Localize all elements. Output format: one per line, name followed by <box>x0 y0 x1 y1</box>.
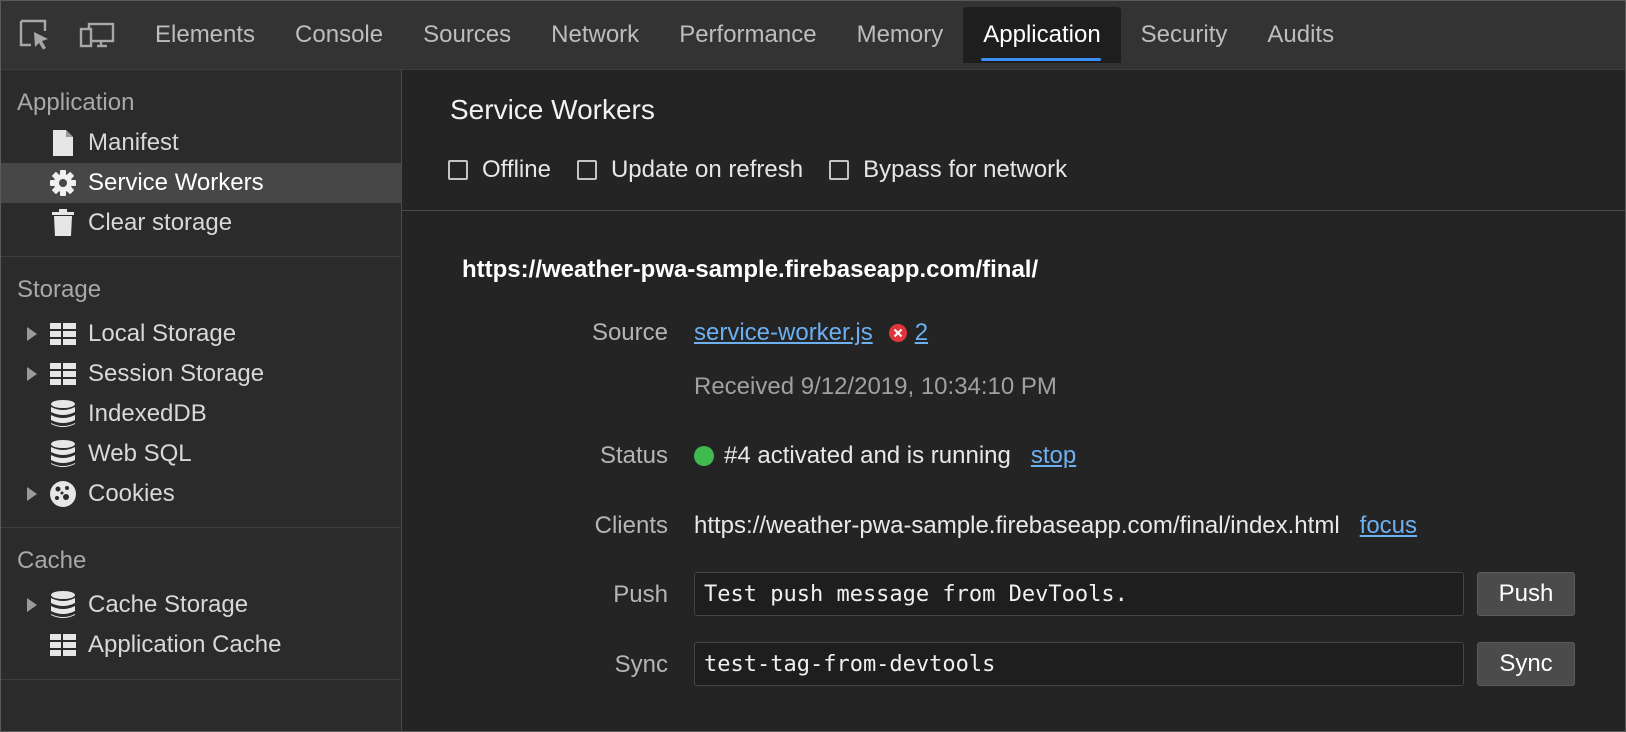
sidebar-item-label: Application Cache <box>88 631 282 658</box>
sidebar-item-application-cache[interactable]: Application Cache <box>1 625 401 665</box>
sync-input[interactable]: test-tag-from-devtools <box>694 642 1464 686</box>
gear-icon <box>49 169 77 197</box>
service-workers-panel: Service Workers Offline Update on refres… <box>402 70 1625 731</box>
expand-arrow-icon[interactable] <box>27 367 37 381</box>
panel-divider <box>402 210 1625 211</box>
sidebar-item-web-sql[interactable]: Web SQL <box>1 434 401 474</box>
application-sidebar: Application Manifest Service Workers Cle… <box>1 70 402 731</box>
checkbox-label: Offline <box>482 156 551 183</box>
sync-label: Sync <box>614 651 668 678</box>
device-toolbar-icon[interactable] <box>73 11 121 59</box>
sidebar-item-clear-storage[interactable]: Clear storage <box>1 203 401 243</box>
section-title-application: Application <box>17 89 135 116</box>
tab-audits[interactable]: Audits <box>1247 7 1354 63</box>
sidebar-item-label: Web SQL <box>88 440 192 467</box>
client-url: https://weather-pwa-sample.firebaseapp.c… <box>694 512 1340 539</box>
status-label: Status <box>599 442 668 469</box>
tab-sources[interactable]: Sources <box>403 7 531 63</box>
expand-arrow-icon[interactable] <box>27 327 37 341</box>
expand-arrow-icon[interactable] <box>27 598 37 612</box>
status-value: #4 activated and is running stop <box>694 442 1076 470</box>
update-on-refresh-checkbox[interactable]: Update on refresh <box>576 156 804 184</box>
received-timestamp: Received 9/12/2019, 10:34:10 PM <box>694 373 1057 400</box>
status-running-icon <box>694 446 714 466</box>
checkbox-box[interactable] <box>576 160 597 180</box>
tab-security[interactable]: Security <box>1121 7 1248 63</box>
sidebar-item-cache-storage[interactable]: Cache Storage <box>1 585 401 625</box>
checkbox-label: Update on refresh <box>610 156 804 183</box>
sidebar-item-label: Manifest <box>88 129 179 156</box>
sync-button[interactable]: Sync <box>1477 642 1575 686</box>
sidebar-item-manifest[interactable]: Manifest <box>1 123 401 163</box>
section-title-storage: Storage <box>17 276 102 303</box>
status-text: #4 activated and is running <box>724 442 1011 469</box>
sidebar-item-indexeddb[interactable]: IndexedDB <box>1 394 401 434</box>
stop-link[interactable]: stop <box>1031 442 1076 470</box>
error-icon <box>888 324 907 342</box>
sidebar-item-label: Cache Storage <box>88 591 249 618</box>
grid-icon <box>49 360 77 388</box>
source-label: Source <box>591 319 668 346</box>
tab-network[interactable]: Network <box>531 7 659 63</box>
tab-performance[interactable]: Performance <box>659 7 836 63</box>
grid-icon <box>49 631 77 659</box>
devtools-toolbar: Elements Console Sources Network Perform… <box>1 1 1625 70</box>
error-count-link[interactable]: 2 <box>915 319 928 347</box>
database-icon <box>49 400 77 428</box>
grid-icon <box>49 320 77 348</box>
trash-icon <box>49 209 77 237</box>
sidebar-item-label: Cookies <box>88 480 175 507</box>
devtools-window: Elements Console Sources Network Perform… <box>0 0 1626 732</box>
inspect-element-icon[interactable] <box>11 11 59 59</box>
checkbox-label: Bypass for network <box>863 156 1068 183</box>
tab-application[interactable]: Application <box>963 7 1121 63</box>
sidebar-item-label: Service Workers <box>88 169 264 196</box>
section-title-cache: Cache <box>17 547 87 574</box>
focus-link[interactable]: focus <box>1360 512 1417 540</box>
clients-value: https://weather-pwa-sample.firebaseapp.c… <box>694 512 1417 540</box>
push-label: Push <box>613 581 668 608</box>
sw-origin: https://weather-pwa-sample.firebaseapp.c… <box>462 256 1039 283</box>
cookie-icon <box>49 480 77 508</box>
checkbox-box[interactable] <box>448 160 468 180</box>
sidebar-item-service-workers[interactable]: Service Workers <box>1 163 401 203</box>
sidebar-divider <box>1 679 401 680</box>
sidebar-item-label: IndexedDB <box>88 400 207 427</box>
source-file-link[interactable]: service-worker.js <box>694 319 873 347</box>
page-title: Service Workers <box>450 94 655 125</box>
sidebar-item-label: Local Storage <box>88 320 237 347</box>
offline-checkbox[interactable]: Offline <box>448 156 551 184</box>
tab-memory[interactable]: Memory <box>837 7 964 63</box>
tab-elements[interactable]: Elements <box>135 7 275 63</box>
clients-label: Clients <box>594 512 668 539</box>
checkbox-box[interactable] <box>829 160 850 180</box>
sidebar-item-session-storage[interactable]: Session Storage <box>1 354 401 394</box>
source-value: service-worker.js 2 <box>694 319 928 347</box>
document-icon <box>49 129 77 157</box>
sw-options: Offline Update on refresh Bypass for net… <box>448 156 1093 184</box>
bypass-for-network-checkbox[interactable]: Bypass for network <box>829 156 1067 184</box>
sidebar-item-cookies[interactable]: Cookies <box>1 474 401 514</box>
panel-tabs: Elements Console Sources Network Perform… <box>135 1 1354 69</box>
database-icon <box>49 591 77 619</box>
push-input[interactable]: Test push message from DevTools. <box>694 572 1464 616</box>
sidebar-item-local-storage[interactable]: Local Storage <box>1 314 401 354</box>
tab-console[interactable]: Console <box>275 7 403 63</box>
expand-arrow-icon[interactable] <box>27 487 37 501</box>
database-icon <box>49 440 77 468</box>
sidebar-item-label: Clear storage <box>88 209 233 236</box>
sidebar-item-label: Session Storage <box>88 360 265 387</box>
push-button[interactable]: Push <box>1477 572 1575 616</box>
